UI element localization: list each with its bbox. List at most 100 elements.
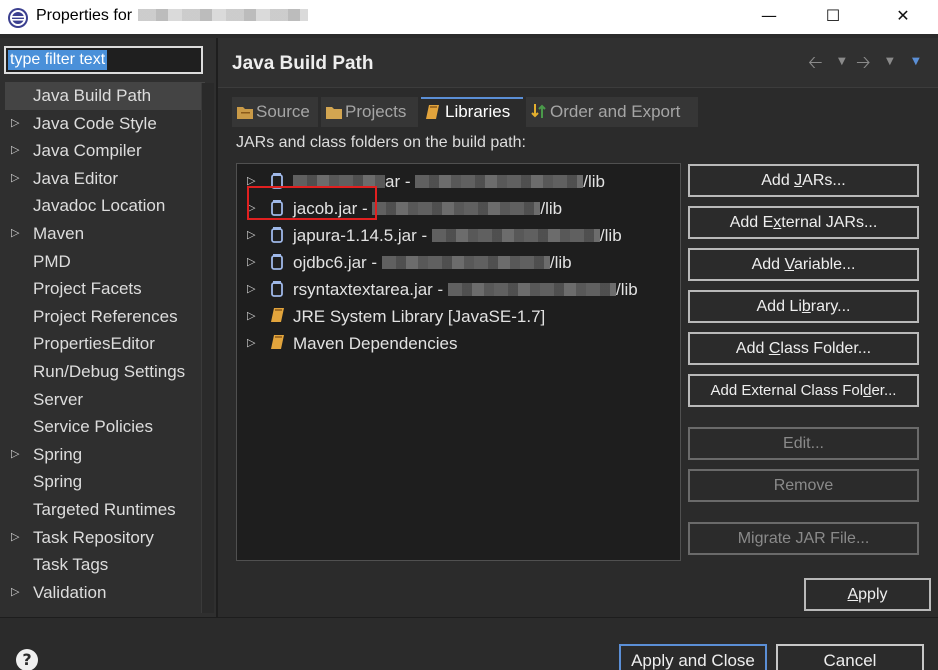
sidebar-item[interactable]: Run/Debug Settings [5,358,205,386]
expand-arrow-icon[interactable]: ▷ [247,276,255,303]
sidebar-tree: Java Build Path ▷ Java Code Style ▷ Java Com… [5,82,205,606]
filter-input[interactable]: type filter text [4,46,203,74]
maximize-button[interactable]: ☐ [810,0,856,34]
library-name: japura-1.14.5.jar - [293,226,428,245]
sidebar-item[interactable]: ▷ Java Editor [5,165,205,193]
tab-libraries[interactable]: Libraries [421,97,523,127]
sidebar-item-label: Java Editor [33,168,119,188]
mnemonic: b [801,298,811,315]
sidebar-item[interactable]: ▷ Java Compiler [5,137,205,165]
back-arrow-icon[interactable]: 🡠 [808,50,823,80]
library-path-suffix: /lib [549,253,572,272]
source-folder-icon [237,107,253,119]
close-button[interactable]: ✕ [880,0,926,34]
sidebar-item[interactable]: ▷ Validation [5,579,205,607]
list-item-ojdbc6[interactable]: ▷ ojdbc6.jar - /lib [237,249,677,276]
page-title: Java Build Path [232,53,374,74]
library-icon [271,308,284,322]
expand-arrow-icon[interactable]: ▷ [247,303,255,330]
forward-arrow-icon[interactable]: 🡢 [856,50,871,80]
tab-projects[interactable]: Projects [321,97,418,127]
expand-arrow-icon[interactable]: ▷ [11,579,19,606]
projects-folder-icon [326,107,342,119]
sidebar-item[interactable]: ▷ Task Repository [5,524,205,552]
maximize-icon: ☐ [825,6,841,25]
sidebar-item-label: Run/Debug Settings [33,361,186,381]
sidebar-item[interactable]: Targeted Runtimes [5,496,205,524]
expand-arrow-icon[interactable]: ▷ [247,330,255,357]
sidebar-item[interactable]: ▷ Java Code Style [5,110,205,138]
add-jars-button[interactable]: Add JARs... [688,164,919,197]
tab-source[interactable]: Source [232,97,318,127]
apply-button[interactable]: Apply [804,578,931,611]
expand-arrow-icon[interactable]: ▷ [11,441,19,468]
sidebar-item[interactable]: Javadoc Location [5,192,205,220]
library-name: ar - [385,172,411,191]
edit-button[interactable]: Edit... [688,427,919,460]
sidebar-item-label: Project References [33,306,178,326]
expand-arrow-icon[interactable]: ▷ [11,524,19,551]
add-external-class-folder-button[interactable]: Add External Class Folder... [688,374,919,407]
minimize-button[interactable]: — [746,0,792,34]
expand-arrow-icon[interactable]: ▷ [247,222,255,249]
add-external-jars-button[interactable]: Add External JARs... [688,206,919,239]
sidebar-item[interactable]: PropertiesEditor [5,330,205,358]
redacted-path [381,256,550,269]
library-entry-text: rsyntaxtextarea.jar - /lib [293,276,638,303]
button-label: Add Li [756,298,802,315]
expand-arrow-icon[interactable]: ▷ [11,165,19,192]
sidebar-item-label: Java Compiler [33,141,142,161]
tab-order-and-export[interactable]: Order and Export [526,97,698,127]
tab-source-label: Source [256,102,310,121]
add-library-button[interactable]: Add Library... [688,290,919,323]
sidebar-item[interactable]: Service Policies [5,413,205,441]
redacted-path [447,283,616,296]
list-item-japura[interactable]: ▷ japura-1.14.5.jar - /lib [237,222,677,249]
sidebar-item[interactable]: ▷ Spring [5,441,205,469]
library-name: JRE System Library [JavaSE-1.7] [293,307,546,326]
sidebar-item[interactable]: Project Facets [5,275,205,303]
list-item-rsyntaxtextarea[interactable]: ▷ rsyntaxtextarea.jar - /lib [237,276,677,303]
list-item-jre-system-library[interactable]: ▷ JRE System Library [JavaSE-1.7] [237,303,677,330]
forward-dropdown-icon[interactable]: ▼ [886,56,894,67]
list-item-maven-dependencies[interactable]: ▷ Maven Dependencies [237,330,677,357]
view-menu-icon[interactable]: ▼ [912,56,920,67]
add-class-folder-button[interactable]: Add Class Folder... [688,332,919,365]
sidebar-item[interactable]: Spring [5,468,205,496]
library-path-suffix: /lib [583,172,605,191]
sidebar-scrollbar[interactable] [201,83,214,613]
mnemonic: A [847,586,859,603]
add-variable-button[interactable]: Add Variable... [688,248,919,281]
button-label: ariable... [794,256,856,273]
apply-and-close-button[interactable]: Apply and Close [619,644,767,670]
button-label: Add [761,172,795,189]
migrate-jar-file-button[interactable]: Migrate JAR File... [688,522,919,555]
sidebar-item[interactable]: Server [5,386,205,414]
sidebar-item[interactable]: Project References [5,303,205,331]
expand-arrow-icon[interactable]: ▷ [247,249,255,276]
sidebar-item[interactable]: Task Tags [5,551,205,579]
sidebar-item-label: Javadoc Location [33,196,166,216]
libraries-list[interactable]: ▷ ar - /lib ▷ jacob.jar - /lib ▷ japura-… [236,163,681,561]
sidebar-item-label: PropertiesEditor [33,334,155,354]
sidebar-item-label: Targeted Runtimes [33,499,176,519]
expand-arrow-icon[interactable]: ▷ [11,137,19,164]
expand-arrow-icon[interactable]: ▷ [11,110,19,137]
remove-button[interactable]: Remove [688,469,919,502]
expand-arrow-icon[interactable]: ▷ [11,220,19,247]
window-title-text: Properties for [36,7,133,24]
mnemonic: J [794,172,803,189]
sidebar-item[interactable]: PMD [5,248,205,276]
back-dropdown-icon[interactable]: ▼ [838,56,846,67]
sidebar-item-label: Spring [33,444,83,464]
button-label: er... [871,382,897,399]
cancel-button[interactable]: Cancel [776,644,924,670]
help-icon[interactable]: ? [16,649,38,670]
window-title: Properties for [36,7,309,25]
sidebar-item-label: Java Build Path [33,86,152,105]
section-label: JARs and class folders on the build path… [236,134,526,151]
library-book-icon [426,105,439,119]
sidebar-item[interactable]: ▷ Maven [5,220,205,248]
sidebar-item[interactable]: Java Build Path [5,82,205,110]
button-label: Add E [729,214,774,231]
